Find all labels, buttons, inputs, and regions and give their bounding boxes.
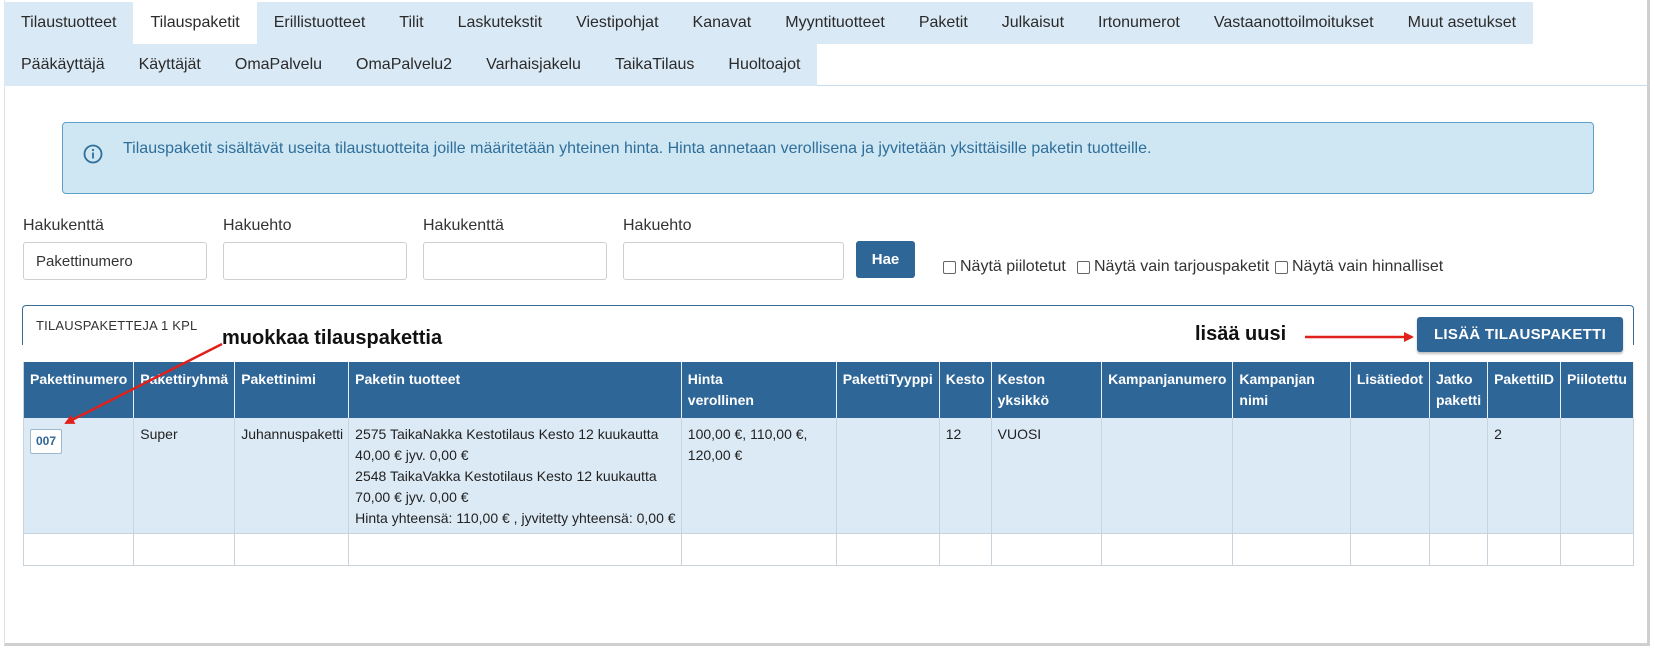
cell-pakettinumero: 007 (22, 418, 135, 534)
tab-row-2: Pääkäyttäjä Käyttäjät OmaPalvelu OmaPalv… (4, 44, 818, 86)
empty-cell (1232, 533, 1351, 566)
cell-jatkopaketti (1429, 418, 1489, 534)
add-package-button[interactable]: LISÄÄ TILAUSPAKETTI (1417, 317, 1623, 352)
search-cond1-label: Hakuehto (223, 217, 292, 234)
tab-omapalvelu2[interactable]: OmaPalvelu2 (339, 44, 470, 86)
cell-kesto: 12 (939, 418, 992, 534)
header-piilotettu[interactable]: Piilotettu (1560, 362, 1634, 418)
header-pakettiryhma[interactable]: Pakettiryhmä (133, 362, 236, 418)
edit-package-link[interactable]: 007 (30, 429, 63, 454)
header-kesto[interactable]: Kesto (939, 362, 992, 418)
header-hinta-verollinen[interactable]: Hinta verollinen (681, 362, 837, 418)
tab-omapalvelu[interactable]: OmaPalvelu (217, 44, 340, 86)
tab-vastaanottoilmoitukset[interactable]: Vastaanottoilmoitukset (1196, 2, 1391, 44)
empty-cell (133, 533, 236, 566)
header-pakettiid[interactable]: PakettiID (1487, 362, 1561, 418)
header-pakettinimi[interactable]: Pakettinimi (234, 362, 350, 418)
tab-tilauspaketit[interactable]: Tilauspaketit (133, 2, 257, 44)
cell-pakettiryhma: Super (133, 418, 236, 534)
checkbox-only-offers[interactable]: Näytä vain tarjouspaketit (1077, 258, 1269, 276)
header-lisatiedot[interactable]: Lisätiedot (1350, 362, 1430, 418)
search-button[interactable]: Hae (856, 241, 915, 278)
tab-paketit[interactable]: Paketit (901, 2, 985, 44)
tab-kayttajat[interactable]: Käyttäjät (121, 44, 218, 86)
info-circle-icon (83, 144, 103, 164)
checkbox-only-priced[interactable]: Näytä vain hinnalliset (1275, 258, 1443, 276)
info-alert: Tilauspaketit sisältävät useita tilaustu… (62, 122, 1594, 194)
search-field1-input[interactable] (23, 242, 207, 280)
tab-paakayttaja[interactable]: Pääkäyttäjä (4, 44, 122, 86)
header-paketin-tuotteet[interactable]: Paketin tuotteet (348, 362, 682, 418)
tab-irtonumerot[interactable]: Irtonumerot (1081, 2, 1197, 44)
empty-cell (991, 533, 1103, 566)
empty-cell (681, 533, 837, 566)
annotation-add: lisää uusi (1195, 323, 1287, 345)
tab-bar: Tilaustuotteet Tilauspaketit Erillistuot… (4, 0, 1650, 86)
tab-tilaustuotteet[interactable]: Tilaustuotteet (4, 2, 134, 44)
empty-cell (234, 533, 350, 566)
header-kampanjanumero[interactable]: Kampanjanumero (1101, 362, 1234, 418)
cell-kampanjan-nimi (1232, 418, 1351, 534)
table-header-row: Pakettinumero Pakettiryhmä Pakettinimi P… (22, 362, 1634, 418)
cell-keston-yksikko: VUOSI (991, 418, 1103, 534)
empty-cell (1560, 533, 1634, 566)
search-cond2-label: Hakuehto (623, 217, 692, 234)
cell-pakettiid: 2 (1487, 418, 1561, 534)
empty-cell (348, 533, 682, 566)
tab-huoltoajot[interactable]: Huoltoajot (711, 44, 818, 86)
tab-muut-asetukset[interactable]: Muut asetukset (1390, 2, 1534, 44)
header-pakettityyppi[interactable]: PakettiTyyppi (836, 362, 940, 418)
search-field1-label: Hakukenttä (23, 217, 104, 234)
cell-kampanjanumero (1101, 418, 1234, 534)
cell-piilotettu (1560, 418, 1634, 534)
empty-cell (939, 533, 992, 566)
tab-laskutekstit[interactable]: Laskutekstit (440, 2, 560, 44)
empty-cell (22, 533, 135, 566)
header-jatkopaketti[interactable]: Jatko paketti (1429, 362, 1489, 418)
tab-row-1: Tilaustuotteet Tilauspaketit Erillistuot… (4, 2, 1534, 44)
annotation-edit: muokkaa tilauspakettia (222, 327, 443, 349)
info-text: Tilauspaketit sisältävät useita tilaustu… (123, 140, 1152, 157)
empty-cell (836, 533, 940, 566)
header-keston-yksikko[interactable]: Keston yksikkö (991, 362, 1103, 418)
header-kampanjan-nimi[interactable]: Kampanjan nimi (1232, 362, 1351, 418)
empty-cell (1487, 533, 1561, 566)
cell-paketin-tuotteet: 2575 TaikaNakka Kestotilaus Kesto 12 kuu… (348, 418, 682, 534)
tab-myyntituotteet[interactable]: Myyntituotteet (768, 2, 902, 44)
table-row-empty (22, 533, 1634, 566)
tab-viestipohjat[interactable]: Viestipohjat (559, 2, 676, 44)
empty-cell (1429, 533, 1489, 566)
table-row: 007 Super Juhannuspaketti 2575 TaikaNakk… (22, 418, 1634, 534)
cell-pakettinimi: Juhannuspaketti (234, 418, 350, 534)
checkbox-box[interactable] (943, 260, 956, 274)
search-field2-input[interactable] (423, 242, 607, 280)
results-count-title: TILAUSPAKETTEJA 1 KPL (36, 318, 198, 333)
tab-varhaisjakelu[interactable]: Varhaisjakelu (469, 44, 598, 86)
cell-lisatiedot (1350, 418, 1430, 534)
packages-table: Pakettinumero Pakettiryhmä Pakettinimi P… (22, 362, 1634, 566)
header-pakettinumero[interactable]: Pakettinumero (22, 362, 135, 418)
search-cond1-input[interactable] (223, 242, 407, 280)
checkbox-show-hidden[interactable]: Näytä piilotetut (943, 258, 1066, 276)
checkbox-box[interactable] (1077, 260, 1090, 274)
tab-erillistuotteet[interactable]: Erillistuotteet (256, 2, 383, 44)
cell-pakettityyppi (836, 418, 940, 534)
empty-cell (1101, 533, 1234, 566)
tab-julkaisut[interactable]: Julkaisut (984, 2, 1082, 44)
search-cond2-input[interactable] (623, 242, 844, 280)
checkbox-box[interactable] (1275, 260, 1288, 274)
tab-kanavat[interactable]: Kanavat (675, 2, 769, 44)
search-field2-label: Hakukenttä (423, 217, 504, 234)
cell-hinta: 100,00 €, 110,00 €, 120,00 € (681, 418, 837, 534)
tab-tilit[interactable]: Tilit (382, 2, 441, 44)
tab-taikatilaus[interactable]: TaikaTilaus (597, 44, 712, 86)
empty-cell (1350, 533, 1430, 566)
